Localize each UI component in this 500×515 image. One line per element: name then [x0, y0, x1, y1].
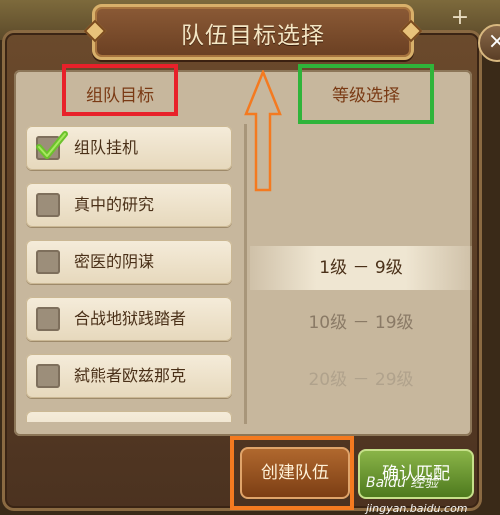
watermark-brand: Baidu 经验: [366, 475, 439, 491]
target-item-4[interactable]: 合战地狱践踏者: [26, 297, 232, 341]
annotation-up-arrow-icon: [244, 70, 282, 192]
target-item-2[interactable]: 真中的研究: [26, 183, 232, 227]
checkbox[interactable]: [36, 193, 60, 217]
dialog-title: 队伍目标选择: [181, 23, 325, 49]
watermark: Baidu 经验 jingyan.baidu.com: [366, 472, 468, 515]
annotation-orange-box: [230, 436, 354, 510]
checkbox[interactable]: [36, 250, 60, 274]
target-label: 合战地狱践踏者: [74, 309, 187, 328]
target-item-partial[interactable]: [26, 411, 232, 422]
target-label: 真中的研究: [74, 195, 155, 214]
target-item-1[interactable]: 组队挂机: [26, 126, 232, 170]
target-label: 组队挂机: [74, 138, 139, 157]
annotation-red-box: [62, 64, 178, 116]
checkbox[interactable]: [36, 307, 60, 331]
target-label: 密医的阴谋: [74, 252, 155, 271]
level-option-3[interactable]: 20级 － 29级: [250, 358, 472, 402]
target-label: 弑熊者欧兹那克: [74, 366, 187, 385]
dialog-title-plate: 队伍目标选择: [83, 4, 423, 60]
target-item-5[interactable]: 弑熊者欧兹那克: [26, 354, 232, 398]
level-option-2[interactable]: 10级 － 19级: [250, 301, 472, 345]
checkmark-icon: [36, 131, 68, 159]
target-list[interactable]: 组队挂机 真中的研究 密医的阴谋 合战地狱践踏者 弑熊者欧兹那克: [18, 76, 242, 422]
annotation-green-box: [298, 64, 434, 124]
checkbox-checked[interactable]: [36, 131, 68, 160]
level-option-1[interactable]: 1级 － 9级: [250, 246, 472, 290]
target-item-3[interactable]: 密医的阴谋: [26, 240, 232, 284]
checkbox[interactable]: [36, 364, 60, 388]
add-icon[interactable]: +: [450, 7, 470, 29]
watermark-domain: jingyan.baidu.com: [366, 502, 468, 515]
